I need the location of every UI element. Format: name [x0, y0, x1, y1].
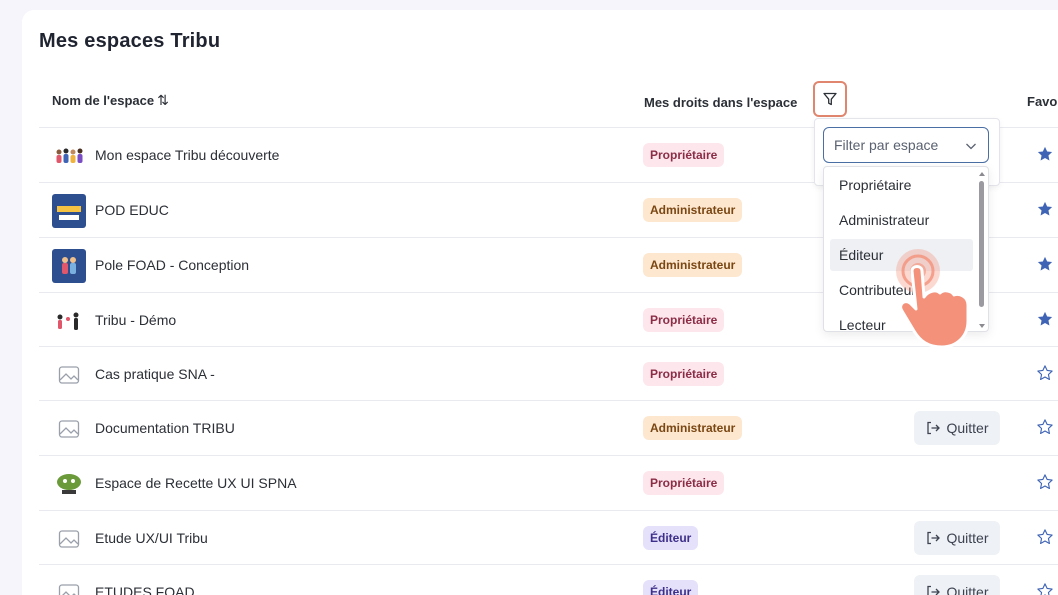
tap-hand-cursor-icon: [896, 249, 970, 349]
column-name-label: Nom de l'espace: [52, 93, 155, 108]
sort-icon[interactable]: ⇅: [157, 92, 169, 109]
table-row[interactable]: Documentation TRIBU Administrateur Quitt…: [39, 400, 1058, 454]
image-placeholder-icon: [52, 412, 86, 446]
quit-button[interactable]: Quitter: [914, 411, 1000, 445]
space-name[interactable]: Documentation TRIBU: [95, 420, 235, 436]
space-name[interactable]: Espace de Recette UX UI SPNA: [95, 475, 297, 491]
role-badge: Propriétaire: [643, 308, 725, 332]
space-name[interactable]: Etude UX/UI Tribu: [95, 530, 208, 546]
space-logo-group-icon: [52, 139, 86, 173]
quit-label: Quitter: [946, 530, 989, 546]
space-logo-pod-icon: [52, 194, 86, 228]
role-badge: Propriétaire: [643, 471, 725, 495]
quit-button[interactable]: Quitter: [914, 521, 1000, 555]
role-badge: Administrateur: [643, 416, 743, 440]
role-badge: Administrateur: [643, 253, 743, 277]
space-name[interactable]: Mon espace Tribu découverte: [95, 147, 279, 163]
star-outline-icon[interactable]: [1036, 582, 1054, 595]
star-outline-icon[interactable]: [1036, 418, 1054, 436]
filter-option-proprietaire[interactable]: Propriétaire: [830, 169, 973, 201]
role-badge: Administrateur: [643, 198, 743, 222]
role-badge: Propriétaire: [643, 362, 725, 386]
star-outline-icon[interactable]: [1036, 473, 1054, 491]
role-badge: Éditeur: [643, 526, 699, 550]
filter-button[interactable]: [813, 81, 847, 117]
column-header-favorites: Favo: [1027, 94, 1058, 109]
star-filled-icon[interactable]: [1036, 255, 1054, 273]
chevron-down-icon: [966, 143, 976, 150]
space-name[interactable]: Pole FOAD - Conception: [95, 257, 249, 273]
filter-select-placeholder: Filter par espace: [834, 137, 939, 153]
space-logo-foad-icon: [52, 249, 86, 283]
space-name[interactable]: POD EDUC: [95, 202, 169, 218]
exit-icon: [927, 421, 941, 435]
table-row[interactable]: Espace de Recette UX UI SPNA Propriétair…: [39, 455, 1058, 509]
column-header-rights: Mes droits dans l'espace: [644, 95, 798, 110]
quit-button[interactable]: Quitter: [914, 575, 1000, 595]
star-outline-icon[interactable]: [1036, 528, 1054, 546]
space-name[interactable]: Tribu - Démo: [95, 312, 176, 328]
filter-select[interactable]: Filter par espace: [823, 127, 989, 163]
image-placeholder-icon: [52, 576, 86, 595]
space-name[interactable]: ETUDES FOAD: [95, 584, 195, 595]
filter-option-administrateur[interactable]: Administrateur: [830, 204, 973, 236]
star-filled-icon[interactable]: [1036, 310, 1054, 328]
table-row[interactable]: ETUDES FOAD Éditeur Quitter: [39, 564, 1058, 595]
role-badge: Éditeur: [643, 580, 699, 595]
filter-icon: [823, 92, 837, 106]
exit-icon: [927, 585, 941, 595]
quit-label: Quitter: [946, 420, 989, 436]
star-outline-icon[interactable]: [1036, 364, 1054, 382]
page-title: Mes espaces Tribu: [39, 30, 221, 52]
role-badge: Propriétaire: [643, 143, 725, 167]
scroll-up-arrow-icon[interactable]: [978, 171, 986, 177]
exit-icon: [927, 531, 941, 545]
column-header-name[interactable]: Nom de l'espace ⇅: [52, 92, 169, 109]
star-filled-icon[interactable]: [1036, 145, 1054, 163]
space-logo-recette-icon: [52, 467, 86, 501]
table-row[interactable]: Etude UX/UI Tribu Éditeur Quitter: [39, 510, 1058, 564]
space-name[interactable]: Cas pratique SNA -: [95, 366, 215, 382]
image-placeholder-icon: [52, 522, 86, 556]
star-filled-icon[interactable]: [1036, 200, 1054, 218]
quit-label: Quitter: [946, 584, 989, 595]
space-logo-demo-icon: [52, 304, 86, 338]
image-placeholder-icon: [52, 358, 86, 392]
